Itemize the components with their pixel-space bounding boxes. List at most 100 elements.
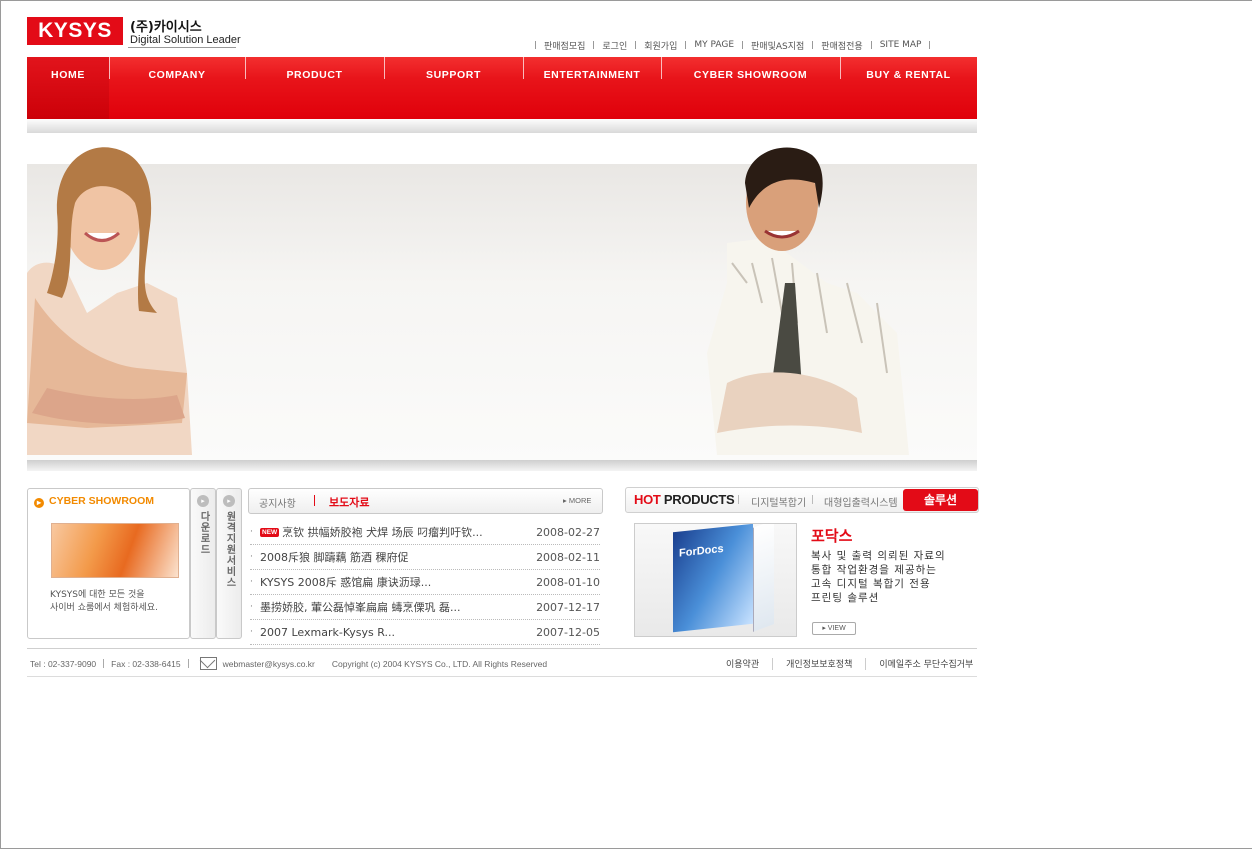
mail-icon <box>199 657 217 670</box>
nav-product[interactable]: PRODUCT <box>245 57 384 119</box>
product-description-line: 통합 작업환경을 제공하는 <box>811 564 937 576</box>
list-item[interactable]: · KYSYS 2008斥 惑馆扁 康诀沥琭... 2008-01-10 <box>250 570 600 595</box>
nav-buy-rental[interactable]: BUY & RENTAL <box>840 57 977 119</box>
more-label: MORE <box>568 496 592 505</box>
logo-tagline: Digital Solution Leader <box>130 34 241 46</box>
top-link-sitemap[interactable]: SITE MAP <box>880 40 922 50</box>
hero-banner <box>27 133 977 463</box>
news-title[interactable]: 2008斥狼 脚躊藕 筋酒 稞府促 <box>260 549 534 565</box>
new-badge: NEW <box>260 527 280 537</box>
footer-divider <box>27 648 977 649</box>
nav-support-label: SUPPORT <box>426 69 481 81</box>
more-button[interactable]: ▸ MORE <box>563 496 591 505</box>
download-tab-label: 다운로드 <box>198 511 209 555</box>
product-image[interactable]: ForDocs <box>634 523 797 637</box>
tab-solution[interactable]: 솔루션 <box>903 489 978 511</box>
top-links: 판매점모집 로그인 회원가입 MY PAGE 판매및AS지점 판매점전용 SIT… <box>527 38 938 52</box>
separator <box>593 41 595 49</box>
bullet-icon: · <box>250 602 253 612</box>
remote-support-tab-label: 원격지원서비스 <box>224 511 235 588</box>
product-description: 복사 및 출력 의뢰된 자료의 통합 작업환경을 제공하는 고속 디지털 복합기… <box>811 549 946 605</box>
footer-copyright: Copyright (c) 2004 KYSYS Co., LTD. All R… <box>331 658 548 669</box>
product-box: ForDocs <box>673 524 753 633</box>
tab-large-format[interactable]: 대형입출력시스템 <box>824 494 898 509</box>
top-link-recruit[interactable]: 판매점모집 <box>544 39 585 52</box>
footer-tel: Tel : 02-337-9090 <box>30 658 97 669</box>
news-date: 2008-02-11 <box>536 550 600 564</box>
cyber-showroom-title-text: CYBER SHOWROOM <box>49 495 154 507</box>
tab-digital-mfp[interactable]: 디지털복합기 <box>751 494 806 509</box>
separator <box>772 657 774 670</box>
arrow-icon: ▸ <box>34 498 44 508</box>
nav-support[interactable]: SUPPORT <box>384 57 523 119</box>
hot-products-header: HOT PRODUCTS 디지털복합기 대형입출력시스템 솔루션 <box>625 487 979 513</box>
top-link-login[interactable]: 로그인 <box>602 39 627 52</box>
separator <box>103 659 105 668</box>
separator <box>929 41 931 49</box>
separator <box>812 495 813 504</box>
woman-figure <box>27 147 192 455</box>
bullet-icon: · <box>250 527 253 537</box>
news-date: 2008-01-10 <box>536 575 600 589</box>
separator <box>870 41 872 49</box>
cyber-showroom-text-line1: KYSYS에 대한 모든 것을 <box>50 590 145 600</box>
download-tab[interactable]: ▸ 다운로드 <box>190 488 216 639</box>
nav-home[interactable]: HOME <box>27 57 109 119</box>
news-title[interactable]: 墨捞娇胶, 葷公磊悼峯扁扁 蝳烹傈巩 磊... <box>260 599 534 615</box>
footer-link-privacy[interactable]: 개인정보보호정책 <box>786 657 852 670</box>
top-link-as-branch[interactable]: 판매및AS지점 <box>751 39 804 52</box>
nav-company[interactable]: COMPANY <box>109 57 245 119</box>
cyber-showroom-text: KYSYS에 대한 모든 것을 사이버 쇼룸에서 체험하세요. <box>50 589 158 615</box>
cyber-showroom-box[interactable]: ▸ CYBER SHOWROOM KYSYS에 대한 모든 것을 사이버 쇼룸에서… <box>27 488 190 639</box>
list-item[interactable]: · 2007 Lexmark-Kysys R... 2007-12-05 <box>250 620 600 645</box>
arrow-icon: ▸ <box>223 495 235 507</box>
separator <box>738 495 739 504</box>
footer-email[interactable]: webmaster@kysys.co.kr <box>223 659 315 669</box>
news-title[interactable]: 2007 Lexmark-Kysys R... <box>260 626 534 639</box>
nav-entertainment[interactable]: ENTERTAINMENT <box>523 57 661 119</box>
news-date: 2008-02-27 <box>536 525 600 539</box>
cyber-showroom-image[interactable] <box>51 523 179 578</box>
product-name[interactable]: 포닥스 <box>811 525 852 546</box>
hot-label: HOT <box>634 492 661 507</box>
list-item[interactable]: · NEW 烹钦 拱幅娇胶袍 犬焊 场辰 叼瘤判吁钦... 2008-02-27 <box>250 520 600 545</box>
cyber-showroom-text-line2: 사이버 쇼룸에서 체험하세요. <box>50 603 158 613</box>
tab-press-release[interactable]: 보도자료 <box>329 494 369 510</box>
logo-underline <box>128 47 236 48</box>
footer-link-terms[interactable]: 이용약관 <box>726 657 759 670</box>
separator <box>635 41 637 49</box>
nav-cyber-showroom[interactable]: CYBER SHOWROOM <box>661 57 840 119</box>
footer-fax: Fax : 02-338-6415 <box>111 658 181 669</box>
view-button[interactable]: ▸ VIEW <box>812 622 856 635</box>
bullet-icon: · <box>250 577 253 587</box>
tab-notice[interactable]: 공지사항 <box>259 495 296 510</box>
separator <box>865 657 867 670</box>
main-nav: HOME COMPANY PRODUCT SUPPORT ENTERTAINME… <box>27 57 977 119</box>
product-description-line: 복사 및 출력 의뢰된 자료의 <box>811 550 946 562</box>
nav-cyber-showroom-label: CYBER SHOWROOM <box>693 69 808 81</box>
list-item[interactable]: · 2008斥狼 脚躊藕 筋酒 稞府促 2008-02-11 <box>250 545 600 570</box>
top-link-join[interactable]: 회원가입 <box>644 39 677 52</box>
news-title[interactable]: KYSYS 2008斥 惑馆扁 康诀沥琭... <box>260 574 534 590</box>
arrow-icon: ▸ <box>197 495 209 507</box>
list-item[interactable]: · 墨捞娇胶, 葷公磊悼峯扁扁 蝳烹傈巩 磊... 2007-12-17 <box>250 595 600 620</box>
separator <box>742 41 744 49</box>
product-box-label: ForDocs <box>679 542 724 560</box>
remote-support-tab[interactable]: ▸ 원격지원서비스 <box>216 488 242 639</box>
news-list: · NEW 烹钦 拱幅娇胶袍 犬焊 场辰 叼瘤判吁钦... 2008-02-27… <box>250 520 600 645</box>
hero-people-image <box>27 147 909 455</box>
separator <box>535 41 536 49</box>
product-box-side <box>753 524 774 632</box>
separator <box>187 659 189 668</box>
top-link-dealer[interactable]: 판매점전용 <box>821 39 862 52</box>
view-label: VIEW <box>827 625 846 632</box>
bullet-icon: · <box>250 627 253 637</box>
logo[interactable]: KYSYS <box>27 17 123 45</box>
separator <box>812 41 814 49</box>
footer-link-email-policy[interactable]: 이메일주소 무단수집거부 <box>879 657 973 670</box>
news-title[interactable]: 烹钦 拱幅娇胶袍 犬焊 场辰 叼瘤判吁钦... <box>282 524 534 540</box>
top-link-mypage[interactable]: MY PAGE <box>694 40 734 50</box>
hot-products-title: HOT PRODUCTS <box>634 492 735 507</box>
separator <box>314 495 315 506</box>
cyber-showroom-title: ▸ CYBER SHOWROOM <box>34 495 154 508</box>
